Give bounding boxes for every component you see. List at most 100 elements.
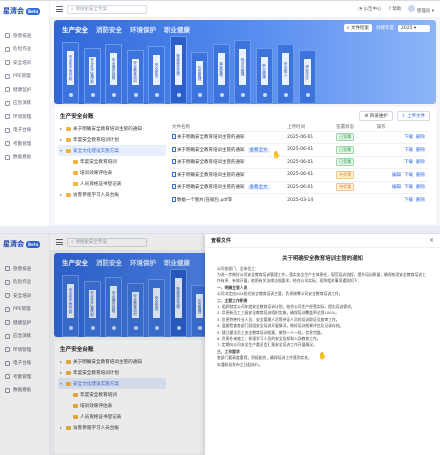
file-name[interactable]: 关于明确安全教育培训主管的通知 xyxy=(177,135,245,140)
file-preview-drawer: 查看文件 × 关于明确安全教育培训主管的通知 公司各部门、全体员工： 为进一步做好… xyxy=(205,234,440,455)
table-row[interactable]: 关于明确安全教育培训主管的通知 查看全文 2025-06-01 已签署 下载 删除 xyxy=(170,143,428,156)
sidebar-item[interactable]: 安全培训 xyxy=(0,56,50,70)
sidebar-item[interactable]: 环境管理 xyxy=(0,110,50,124)
tree-node[interactable]: ▸ 关于明确安全教育培训主管的通知 xyxy=(58,123,166,134)
binder-folder[interactable]: 安全检查 xyxy=(148,46,165,104)
action-0[interactable]: 编辑 xyxy=(392,173,401,178)
file-name[interactable]: 关于明确安全教育培训主管的通知 xyxy=(177,160,245,165)
action-1[interactable]: 删除 xyxy=(416,160,425,165)
status-badge: 已签署 xyxy=(336,145,355,154)
sidebar-item-label: 危险作业 xyxy=(13,47,32,53)
tab-category[interactable]: 职业健康 xyxy=(164,24,190,34)
view-full-text-tag[interactable]: 查看全文 xyxy=(247,185,270,191)
tree-node[interactable]: ▸ 年度安全教育培训计划 xyxy=(58,134,166,145)
upload-time: 2025-06-01 xyxy=(285,143,335,156)
binder-folder[interactable]: 隐患排查治理 xyxy=(169,36,187,104)
drawer-header: 查看文件 × xyxy=(205,234,440,248)
tree-node[interactable]: 人员资格证书登记表 xyxy=(58,178,166,189)
document-paragraph: 2. 负责新员工三级安全教育培训组织实施，确保培训覆盖率达到100%。 xyxy=(217,310,339,316)
action-0[interactable]: 下载 xyxy=(404,148,413,153)
tree-node-label: 人员资格证书登记表 xyxy=(80,181,122,187)
action-1[interactable]: 下载 xyxy=(404,173,413,178)
tree-node[interactable]: ▸ 访客参观学习人员台账 xyxy=(58,189,166,200)
search-placeholder: 请搜索安全专案 xyxy=(75,7,108,12)
document-paragraph: 4. 监督检查各部门班组安全培训开展情况，做好培训效果评估及记录存档。 xyxy=(217,323,344,329)
binder-folder[interactable]: 安全生产责任制 xyxy=(62,42,79,104)
sidebar-item[interactable]: 危险作业 xyxy=(0,43,50,57)
binder-folder[interactable]: 安全投入 xyxy=(277,44,294,104)
binder-folder[interactable]: 应急管理 xyxy=(191,52,208,104)
notice-link[interactable]: ◔ 公告中心 xyxy=(358,6,381,12)
chevron-icon: ▸ xyxy=(60,137,63,142)
sidebar-item[interactable]: 隐患排查 xyxy=(0,29,50,43)
binder-folder[interactable]: 安全操作规程 xyxy=(105,44,122,104)
table-row[interactable]: 关于明确安全教育培训主管的通知 2025-06-01 待签署 编辑 下载 删除 xyxy=(170,168,428,181)
binder-label: 职业健康 xyxy=(260,57,268,85)
binder-folder[interactable]: 相关方管理 xyxy=(234,40,251,104)
sidebar-item[interactable]: PPE管理 xyxy=(0,70,50,84)
file-name[interactable]: 关于明确安全教育培训主管的通知 xyxy=(177,148,245,153)
table-row[interactable]: 关于明确安全教育培训主管的通知 查看全文 2025-06-01 待签署 编辑 下载 删除 xyxy=(170,180,428,194)
file-name[interactable]: 关于明确安全教育培训主管的通知 xyxy=(177,185,245,190)
file-name-cell: 关于明确安全教育培训主管的通知 xyxy=(170,130,286,144)
column-header: 签署状态 xyxy=(336,124,355,130)
search-input[interactable]: ⌕ 请搜索安全专案 xyxy=(67,4,147,14)
close-icon[interactable]: × xyxy=(429,237,434,244)
folder-icon xyxy=(73,170,78,175)
document-paragraph: 为进一步做好公司安全教育培训管理工作，落实安全生产主体责任，规范培训流程，提升培… xyxy=(217,272,426,284)
action-1[interactable]: 删除 xyxy=(416,148,425,153)
catalog-button[interactable]: ⚙ 目录维护 xyxy=(359,111,393,121)
tab-category[interactable]: 消防安全 xyxy=(96,24,122,34)
action-0[interactable]: 下载 xyxy=(404,135,413,140)
table-row[interactable]: 关于明确安全教育培训主管的通知 2025-06-01 已签署 下载 删除 xyxy=(170,155,428,169)
help-link[interactable]: ? 帮助 xyxy=(389,6,402,12)
menu-icon[interactable] xyxy=(56,6,63,12)
action-0[interactable]: 下载 xyxy=(404,198,413,203)
document-paragraph: 7. 定期向公司安全生产委员会汇报安全培训工作开展情况。 xyxy=(217,342,317,348)
user-menu[interactable]: 管理员 ▾ xyxy=(408,4,434,14)
file-search-button[interactable]: ⌕ 文件检索 xyxy=(344,24,372,32)
binder-folder[interactable]: 职业健康 xyxy=(255,48,273,104)
table-row[interactable]: 数据一个图片/压缩包.pdf等 2025-03-14 下载 删除 xyxy=(170,193,428,206)
action-1[interactable]: 删除 xyxy=(416,135,425,140)
document-paragraph: 本通知自发布之日起执行。 xyxy=(217,361,263,367)
action-0[interactable]: 下载 xyxy=(404,160,413,165)
action-2[interactable]: 删除 xyxy=(416,173,425,178)
folder-icon xyxy=(73,159,78,164)
nav-icon xyxy=(5,46,10,52)
sidebar-item-label: 考勤管理 xyxy=(13,141,32,147)
action-1[interactable]: 删除 xyxy=(416,198,425,203)
view-full-text-tag[interactable]: 查看全文 xyxy=(247,147,270,153)
nav-icon xyxy=(5,100,10,106)
binder-folder[interactable]: 安全生产管理制度 xyxy=(83,48,101,104)
document-icon xyxy=(172,146,176,152)
action-1[interactable]: 下载 xyxy=(404,185,413,190)
tab-category[interactable]: 环境保护 xyxy=(130,24,156,34)
document-icon xyxy=(172,171,176,177)
table-row[interactable]: 关于明确安全教育培训主管的通知 2025-06-01 已签署 下载 删除 xyxy=(170,130,428,144)
tree-node[interactable]: 年度安全教育培训 xyxy=(58,156,166,167)
file-name-cell: 数据一个图片/压缩包.pdf等 xyxy=(170,193,286,206)
file-name-cell: 关于明确安全教育培训主管的通知 xyxy=(170,168,286,181)
sidebar-item[interactable]: 健康监护 xyxy=(0,83,50,97)
folder-icon xyxy=(66,126,71,131)
sidebar-item[interactable]: 应急演练 xyxy=(0,97,50,111)
action-2[interactable]: 删除 xyxy=(416,185,425,190)
action-0[interactable]: 编辑 xyxy=(392,185,401,190)
upload-button[interactable]: ⇪ 上传文件 xyxy=(396,111,430,121)
tab-category[interactable]: 生产安全 xyxy=(62,24,88,34)
year-select[interactable]: 2025 ▾ xyxy=(398,24,430,32)
file-name[interactable]: 关于明确安全教育培训主管的通知 xyxy=(177,173,245,178)
file-table: 文件名称 上传时间 签署状态 操作 关于明确安全教育培训主管的通知 2025-06-01… xyxy=(170,123,428,206)
document-title: 关于明确安全教育培训主管的通知 xyxy=(282,256,363,262)
binder-folder[interactable]: 事故管理 xyxy=(212,44,230,104)
sidebar-item[interactable]: 数据看板 xyxy=(0,151,50,165)
sidebar-item[interactable]: 电子台账 xyxy=(0,124,50,138)
file-name[interactable]: 数据一个图片/压缩包.pdf等 xyxy=(177,198,232,203)
binder-folder[interactable]: 安全教育培训 xyxy=(126,50,144,104)
tree-node[interactable]: 培训效果评估表 xyxy=(58,167,166,178)
sidebar-item[interactable]: 考勤管理 xyxy=(0,137,50,151)
actions-cell: 编辑 下载 删除 xyxy=(374,180,428,194)
tree-node[interactable]: ▾ 安全文化建设实施方案 xyxy=(58,145,166,156)
binder-folder[interactable]: 绩效评定 xyxy=(298,50,316,104)
